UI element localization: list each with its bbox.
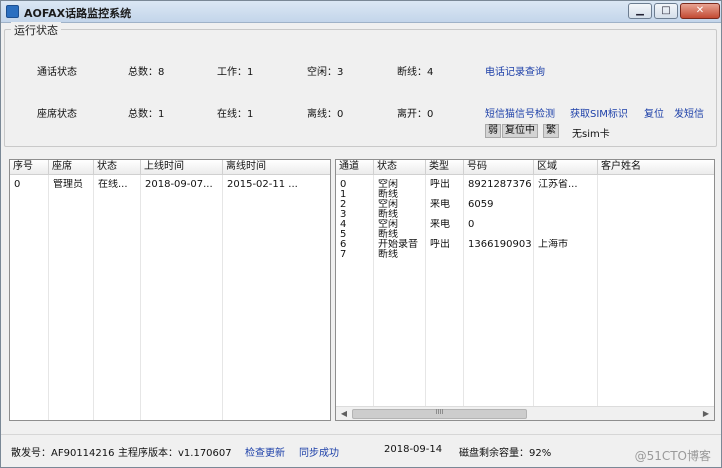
call-status-label: 通话状态 bbox=[37, 67, 77, 78]
status-group-legend: 运行状态 bbox=[11, 22, 61, 38]
channel-list-hscrollbar[interactable]: ◀ ▶ bbox=[336, 406, 714, 420]
seat-list[interactable]: 序号 座席 状态 上线时间 离线时间 0 管理员 在线... 2018-09-0… bbox=[9, 159, 331, 421]
channel-list[interactable]: 通道 状态 类型 号码 区域 客户姓名 0 空闲 呼出 8921287376 江苏省..… bbox=[335, 159, 715, 421]
scroll-left-arrow-icon[interactable]: ◀ bbox=[337, 408, 351, 420]
call-disconnected: 断线：4 bbox=[397, 67, 434, 78]
seat-row-0-offline-time[interactable]: 2015-02-11 ... bbox=[227, 179, 327, 190]
channel-row-0-number[interactable]: 8921287376 bbox=[468, 179, 532, 190]
seat-online: 在线：1 bbox=[217, 109, 254, 120]
get-sim-id-link[interactable]: 获取SIM标识 bbox=[570, 105, 628, 120]
disk-space: 磁盘剩余容量：92% bbox=[459, 448, 552, 459]
sim-status: 无sim卡 bbox=[572, 129, 610, 140]
channel-row-4-number[interactable]: 0 bbox=[468, 219, 532, 230]
channel-col-status[interactable]: 状态 bbox=[374, 160, 426, 175]
channel-col-channel[interactable]: 通道 bbox=[336, 160, 374, 175]
status-group bbox=[4, 29, 717, 147]
call-idle: 空闲：3 bbox=[307, 67, 344, 78]
seat-row-0-online-time[interactable]: 2018-09-07... bbox=[145, 179, 221, 190]
sms-cat-signal-detect-link[interactable]: 短信猫信号检测 bbox=[485, 105, 555, 120]
seat-away: 离开：0 bbox=[397, 109, 434, 120]
seat-total: 总数：1 bbox=[128, 109, 165, 120]
signal-weak-badge: 弱 bbox=[485, 124, 501, 138]
channel-row-4-type[interactable]: 来电 bbox=[430, 219, 462, 230]
seat-status-label: 座席状态 bbox=[37, 109, 77, 120]
channel-col-number[interactable]: 号码 bbox=[464, 160, 534, 175]
window-title: AOFAX话路监控系统 bbox=[24, 7, 132, 20]
channel-row-7-channel[interactable]: 7 bbox=[340, 249, 370, 260]
busy-badge: 繁 bbox=[543, 124, 559, 138]
check-update-link[interactable]: 检查更新 bbox=[245, 444, 285, 459]
channel-row-6-area[interactable]: 上海市 bbox=[538, 239, 596, 250]
resetting-badge: 复位中 bbox=[502, 124, 538, 138]
channel-row-6-number[interactable]: 13661909031 bbox=[468, 239, 532, 250]
seat-col-index[interactable]: 序号 bbox=[10, 160, 49, 175]
seat-row-0-seat[interactable]: 管理员 bbox=[53, 179, 92, 190]
channel-row-0-area[interactable]: 江苏省... bbox=[538, 179, 596, 190]
channel-row-2-type[interactable]: 来电 bbox=[430, 199, 462, 210]
seat-offline: 离线：0 bbox=[307, 109, 344, 120]
seat-row-0-status[interactable]: 在线... bbox=[98, 179, 139, 190]
seat-col-status[interactable]: 状态 bbox=[94, 160, 141, 175]
call-total: 总数：8 bbox=[128, 67, 165, 78]
main-window: AOFAX话路监控系统 ▁ □ ✕ 运行状态 通话状态 总数：8 工作：1 空闲… bbox=[0, 0, 722, 468]
seat-col-offline-time[interactable]: 离线时间 bbox=[223, 160, 330, 175]
status-date: 2018-09-14 bbox=[384, 444, 443, 455]
close-button[interactable]: ✕ bbox=[680, 3, 720, 19]
send-sms-link[interactable]: 发短信 bbox=[674, 105, 704, 120]
channel-col-area[interactable]: 区域 bbox=[534, 160, 598, 175]
channel-col-type[interactable]: 类型 bbox=[426, 160, 464, 175]
scroll-right-arrow-icon[interactable]: ▶ bbox=[699, 408, 713, 420]
program-version: 主程序版本：v1.170607 bbox=[118, 448, 232, 459]
channel-row-6-type[interactable]: 呼出 bbox=[430, 239, 462, 250]
title-bar[interactable]: AOFAX话路监控系统 ▁ □ ✕ bbox=[1, 1, 721, 23]
channel-row-7-status[interactable]: 断线 bbox=[378, 249, 424, 260]
status-bar: 散发号：AF90114216 主程序版本：v1.170607 检查更新 同步成功… bbox=[1, 434, 721, 467]
device-number: 散发号：AF90114216 bbox=[11, 448, 115, 459]
maximize-button[interactable]: □ bbox=[654, 3, 678, 19]
sync-status: 同步成功 bbox=[299, 448, 339, 459]
minimize-button[interactable]: ▁ bbox=[628, 3, 652, 19]
watermark: @51CTO博客 bbox=[634, 449, 711, 463]
app-icon bbox=[6, 5, 19, 18]
channel-col-customer-name[interactable]: 客户姓名 bbox=[598, 160, 714, 175]
seat-col-online-time[interactable]: 上线时间 bbox=[141, 160, 223, 175]
seat-row-0-index[interactable]: 0 bbox=[14, 179, 46, 190]
channel-row-2-number[interactable]: 6059 bbox=[468, 199, 532, 210]
call-record-query-link[interactable]: 电话记录查询 bbox=[485, 63, 545, 78]
seat-col-seat[interactable]: 座席 bbox=[49, 160, 94, 175]
call-working: 工作：1 bbox=[217, 67, 254, 78]
channel-row-0-type[interactable]: 呼出 bbox=[430, 179, 462, 190]
reset-link[interactable]: 复位 bbox=[644, 105, 664, 120]
